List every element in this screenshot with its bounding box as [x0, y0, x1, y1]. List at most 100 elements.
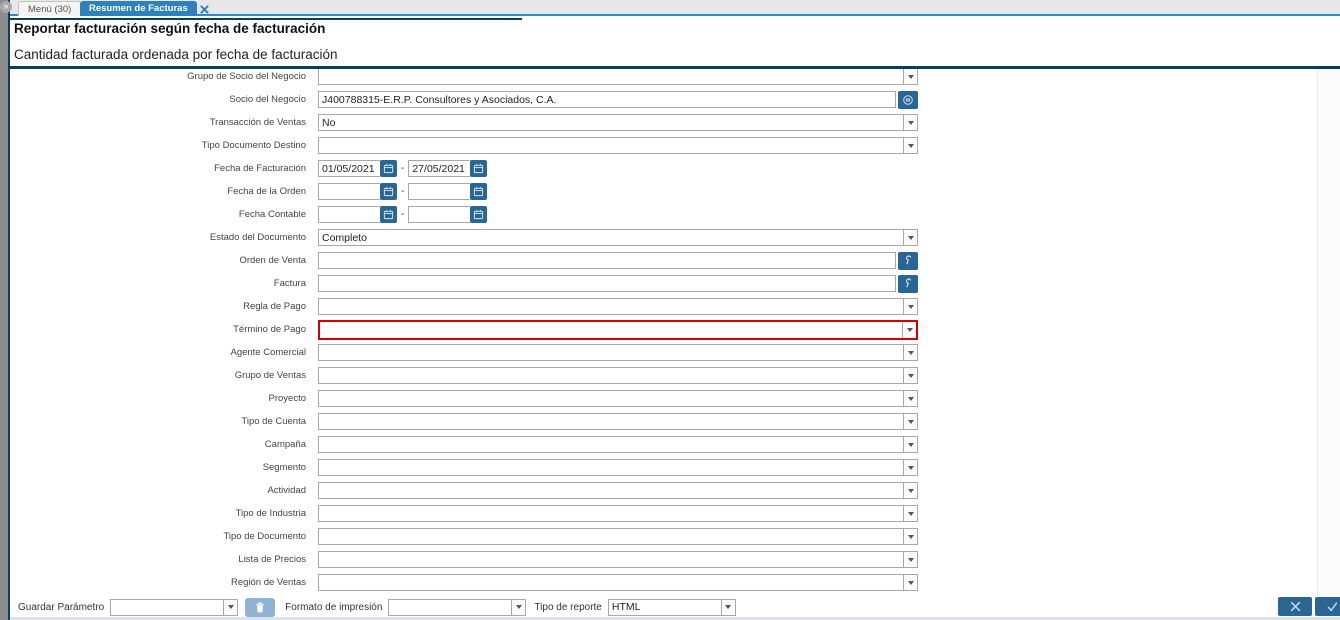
field-label: Fecha de la Orden	[227, 186, 306, 197]
calendar-button[interactable]	[380, 160, 397, 177]
dropdown-arrow-icon[interactable]	[903, 483, 917, 498]
dropdown-arrow-icon[interactable]	[720, 599, 735, 615]
agente-comercial-select[interactable]	[318, 344, 918, 361]
field-label: Tipo Documento Destino	[201, 140, 306, 151]
fecha-contable-desde-input[interactable]	[318, 206, 380, 223]
form-row: Lista de Precios	[10, 548, 1340, 571]
trash-icon	[256, 602, 265, 612]
dropdown-arrow-icon[interactable]	[903, 69, 917, 84]
form-row: Campaña	[10, 433, 1340, 456]
expand-sidebar-button[interactable]: »	[0, 1, 12, 13]
dropdown-arrow-icon[interactable]	[903, 115, 917, 130]
field-label: Estado del Documento	[209, 232, 306, 243]
fecha-facturacion-desde-input[interactable]: 01/05/2021	[318, 160, 380, 177]
dropdown-arrow-icon[interactable]	[903, 368, 917, 383]
calendar-icon	[383, 186, 394, 197]
field-label: Fecha de Facturación	[214, 163, 306, 174]
field-label: Lista de Precios	[238, 554, 306, 565]
cancel-button[interactable]	[1278, 597, 1312, 616]
calendar-button[interactable]	[380, 206, 397, 223]
dropdown-arrow-icon[interactable]	[903, 529, 917, 544]
calendar-button[interactable]	[380, 183, 397, 200]
calendar-button[interactable]	[470, 160, 488, 177]
tipo-documento-select[interactable]	[318, 528, 918, 545]
segmento-select[interactable]	[318, 459, 918, 476]
cancel-x-icon	[1290, 601, 1300, 612]
fecha-orden-desde-input[interactable]	[318, 183, 380, 200]
delete-parameter-button[interactable]	[245, 597, 276, 617]
range-separator: -	[401, 163, 405, 174]
dropdown-arrow-icon[interactable]	[903, 414, 917, 429]
estado-documento-select[interactable]: Completo	[318, 229, 918, 246]
dropdown-arrow-icon[interactable]	[903, 391, 917, 406]
dropdown-arrow-icon[interactable]	[903, 345, 917, 360]
fecha-facturacion-hasta-input[interactable]: 27/05/2021	[408, 160, 471, 177]
select-value: No	[322, 116, 336, 129]
form-row: Fecha de la Orden -	[10, 180, 1340, 203]
form-row: Fecha de Facturación 01/05/2021 - 27/05/…	[10, 157, 1340, 180]
calendar-icon	[474, 163, 484, 174]
calendar-button[interactable]	[470, 183, 488, 200]
form-row: Factura	[10, 272, 1340, 295]
field-label: Proyecto	[268, 393, 307, 404]
calendar-button[interactable]	[470, 206, 488, 223]
dropdown-arrow-icon[interactable]	[903, 506, 917, 521]
confirm-button[interactable]	[1315, 597, 1340, 616]
proyecto-select[interactable]	[318, 390, 918, 407]
tab-menu[interactable]: Menú (30)	[18, 1, 82, 16]
parameter-form: Grupo de Socio del Negocio Socio del Neg…	[10, 69, 1340, 597]
form-row: Tipo Documento Destino	[10, 134, 1340, 157]
save-parameter-label: Guardar Parámetro	[18, 601, 105, 613]
search-icon	[905, 278, 911, 288]
field-label: Actividad	[267, 485, 306, 496]
select-value: HTML	[611, 601, 641, 613]
form-row: Estado del Documento Completo	[10, 226, 1340, 249]
dropdown-arrow-icon[interactable]	[903, 460, 917, 475]
form-row: Región de Ventas	[10, 571, 1340, 594]
tipo-documento-destino-select[interactable]	[318, 137, 918, 154]
save-parameter-select[interactable]	[110, 598, 239, 616]
tab-resumen-de-facturas[interactable]: Resumen de Facturas	[80, 1, 209, 16]
dropdown-arrow-icon[interactable]	[903, 552, 917, 567]
region-ventas-select[interactable]	[318, 574, 918, 591]
actividad-select[interactable]	[318, 482, 918, 499]
print-format-select[interactable]	[388, 598, 527, 616]
dropdown-arrow-icon[interactable]	[903, 138, 917, 153]
form-row: Grupo de Socio del Negocio	[10, 69, 1340, 88]
report-type-select[interactable]: HTML	[607, 598, 736, 616]
form-row: Tipo de Documento	[10, 525, 1340, 548]
dropdown-arrow-icon[interactable]	[902, 321, 916, 338]
grupo-socio-negocio-select[interactable]	[318, 69, 918, 85]
fecha-orden-hasta-input[interactable]	[408, 183, 471, 200]
dropdown-arrow-icon[interactable]	[903, 299, 917, 314]
grupo-ventas-select[interactable]	[318, 367, 918, 384]
fecha-contable-hasta-input[interactable]	[408, 206, 471, 223]
tipo-industria-select[interactable]	[318, 505, 918, 522]
dropdown-arrow-icon[interactable]	[903, 230, 917, 245]
campana-select[interactable]	[318, 436, 918, 453]
transaccion-ventas-select[interactable]: No	[318, 114, 918, 131]
business-partner-search-button[interactable]	[898, 90, 918, 109]
termino-pago-select-error[interactable]	[318, 319, 918, 340]
dropdown-arrow-icon[interactable]	[903, 437, 917, 452]
dropdown-arrow-icon[interactable]	[511, 599, 526, 615]
field-label: Grupo de Ventas	[234, 370, 306, 381]
field-label: Región de Ventas	[230, 577, 306, 588]
socio-negocio-input[interactable]: J400788315-E.R.P. Consultores y Asociado…	[318, 91, 896, 108]
dropdown-arrow-icon[interactable]	[223, 599, 238, 615]
orden-venta-input[interactable]	[318, 252, 896, 269]
form-row: Fecha Contable -	[10, 203, 1340, 226]
form-row: Tipo de Industria	[10, 502, 1340, 525]
tipo-cuenta-select[interactable]	[318, 413, 918, 430]
record-search-button[interactable]	[898, 251, 918, 270]
field-label: Campaña	[264, 439, 306, 450]
close-icon[interactable]	[199, 4, 210, 15]
tab-label: Menú (30)	[28, 3, 72, 15]
factura-input[interactable]	[318, 275, 896, 292]
lista-precios-select[interactable]	[318, 551, 918, 568]
record-search-button[interactable]	[898, 274, 918, 293]
page-title: Reportar facturación según fecha de fact…	[14, 21, 326, 36]
regla-pago-select[interactable]	[318, 298, 918, 315]
dropdown-arrow-icon[interactable]	[903, 575, 917, 590]
field-label: Tipo de Industria	[235, 508, 306, 519]
